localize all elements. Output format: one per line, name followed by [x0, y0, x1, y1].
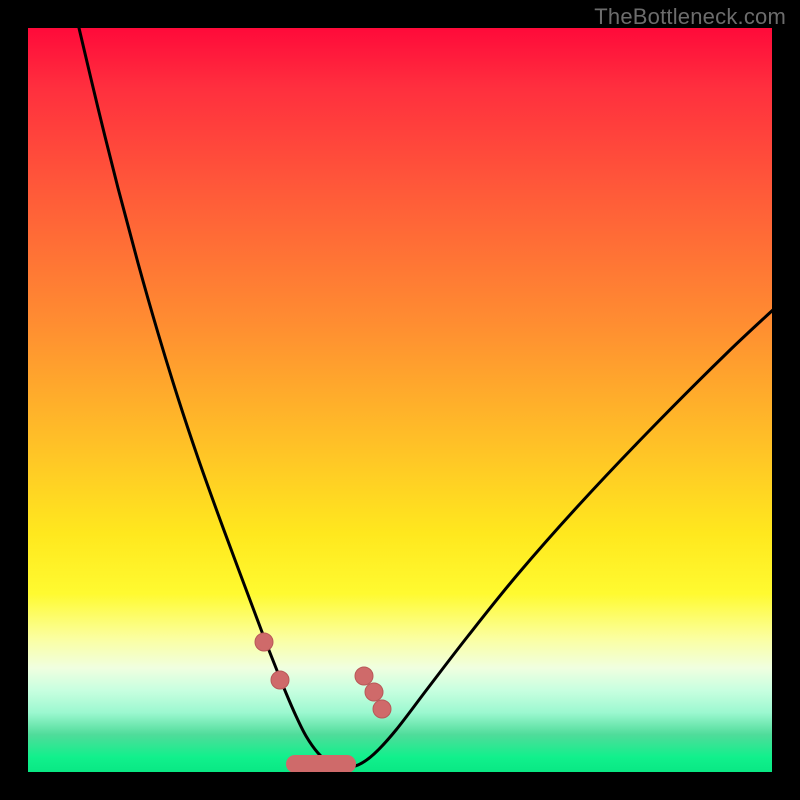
marker-dot: [271, 671, 289, 689]
marker-dot: [355, 667, 373, 685]
highlight-band-rect: [286, 755, 356, 772]
marker-dot: [365, 683, 383, 701]
bottleneck-curve: [79, 28, 772, 767]
marker-dot: [373, 700, 391, 718]
watermark-text: TheBottleneck.com: [594, 4, 786, 30]
chart-svg: [28, 28, 772, 772]
highlight-band: [286, 755, 356, 772]
plot-area: [28, 28, 772, 772]
highlight-markers: [255, 633, 391, 718]
page-frame: TheBottleneck.com: [0, 0, 800, 800]
marker-dot: [255, 633, 273, 651]
